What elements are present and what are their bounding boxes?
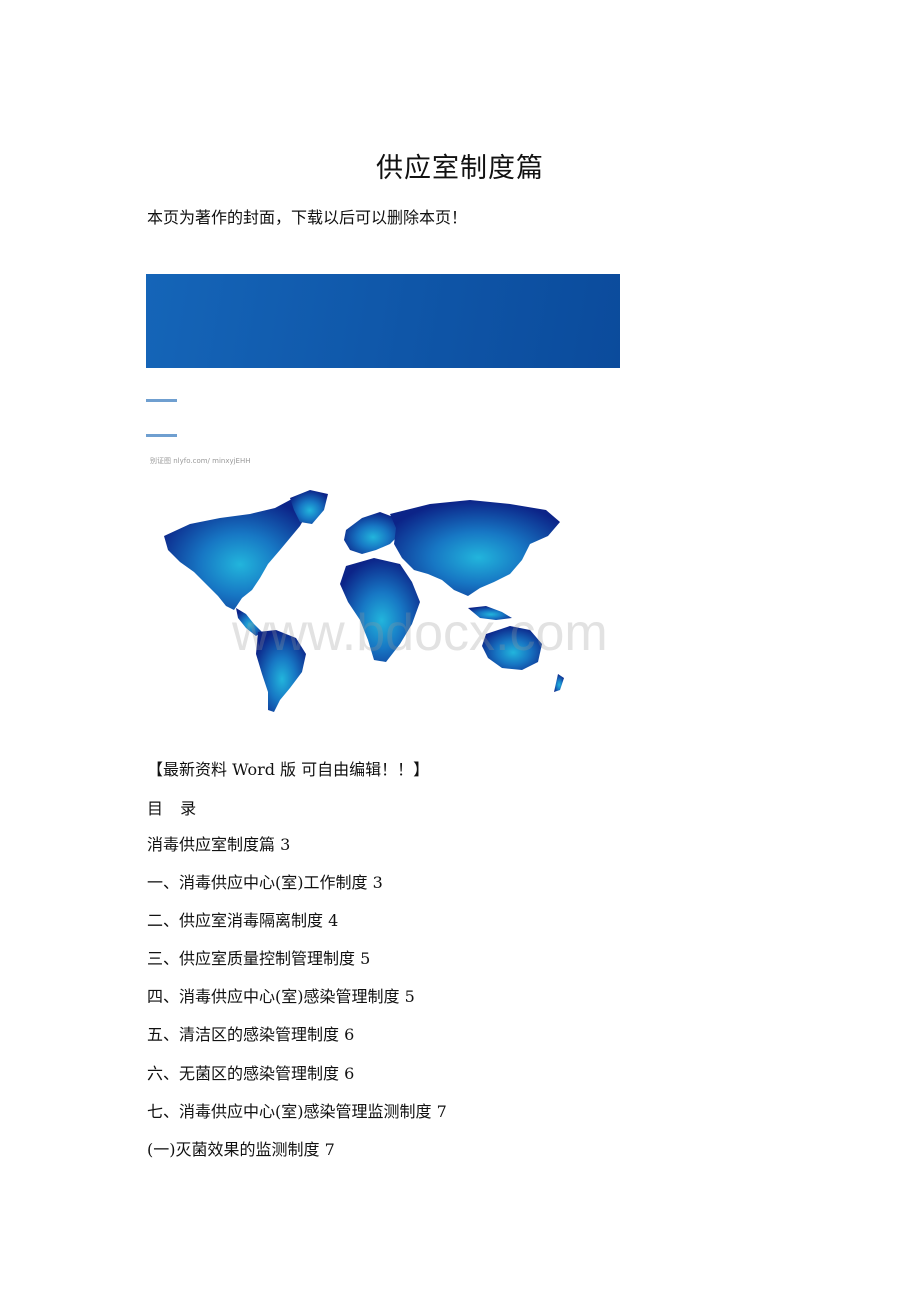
watermark-text: www.bdocx.com [232, 604, 608, 662]
toc-item[interactable]: 六、无菌区的感染管理制度 6 [147, 1062, 447, 1100]
toc-item[interactable]: 一、消毒供应中心(室)工作制度 3 [147, 871, 447, 909]
new-zealand-shape [554, 674, 564, 692]
toc-heading: 目 录 [147, 799, 203, 818]
image-caption: 别证图 nlyfo.com/ minxyjEHH [150, 457, 251, 465]
decor-rule [146, 434, 177, 437]
toc-item[interactable]: 消毒供应室制度篇 3 [147, 833, 447, 871]
cover-banner [146, 274, 620, 368]
promo-text: 【最新资料 Word 版 可自由编辑！！】 [147, 760, 430, 779]
cover-note: 本页为著作的封面，下载以后可以删除本页！ [147, 208, 468, 227]
document-page: 供应室制度篇 本页为著作的封面，下载以后可以删除本页！ 别证图 nlyfo.co… [0, 0, 920, 1302]
toc-item[interactable]: 五、清洁区的感染管理制度 6 [147, 1023, 447, 1061]
asia-shape [390, 500, 560, 596]
north-america-shape [164, 496, 310, 610]
europe-shape [344, 512, 400, 554]
decor-rule [146, 399, 177, 402]
world-map-image [164, 490, 564, 712]
toc-item[interactable]: 三、供应室质量控制管理制度 5 [147, 947, 447, 985]
toc-item[interactable]: (一)灭菌效果的监测制度 7 [147, 1138, 447, 1176]
document-title: 供应室制度篇 [376, 153, 544, 184]
toc-item[interactable]: 二、供应室消毒隔离制度 4 [147, 909, 447, 947]
table-of-contents: 消毒供应室制度篇 3 一、消毒供应中心(室)工作制度 3 二、供应室消毒隔离制度… [147, 833, 447, 1176]
toc-item[interactable]: 四、消毒供应中心(室)感染管理制度 5 [147, 985, 447, 1023]
toc-item[interactable]: 七、消毒供应中心(室)感染管理监测制度 7 [147, 1100, 447, 1138]
